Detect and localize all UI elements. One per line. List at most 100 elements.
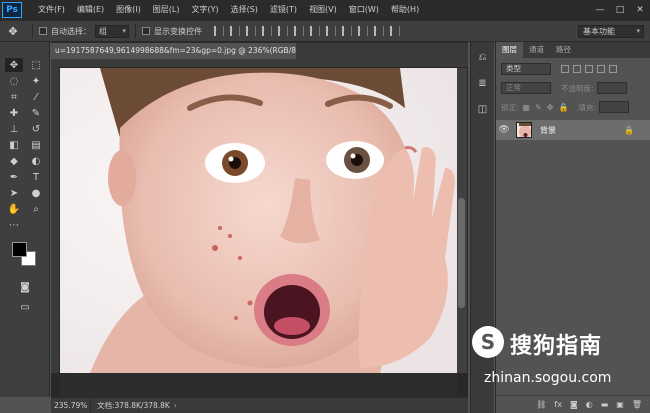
menu-type[interactable]: 文字(Y)	[185, 0, 224, 20]
zoom-level[interactable]: 235.79%	[51, 398, 91, 413]
minimize-button[interactable]: —	[590, 0, 610, 20]
menu-help[interactable]: 帮助(H)	[385, 0, 425, 20]
adjustments-panel-icon[interactable]: ◫	[474, 104, 492, 120]
layer-style-icon[interactable]: fx	[554, 400, 562, 409]
menu-window[interactable]: 窗口(W)	[343, 0, 385, 20]
delete-layer-icon[interactable]: 🗑	[632, 400, 642, 409]
pixel-filter-icon[interactable]	[561, 65, 569, 73]
restore-button[interactable]: □	[610, 0, 630, 20]
brush-tool-icon[interactable]: ✎	[27, 106, 45, 120]
new-layer-icon[interactable]: ▣	[616, 400, 624, 409]
close-button[interactable]: ✕	[630, 0, 650, 20]
filter-row: 类型	[496, 61, 650, 77]
vertical-scroll-thumb[interactable]	[458, 198, 465, 308]
adjustment-layer-icon[interactable]: ◐	[586, 400, 593, 409]
menu-view[interactable]: 视图(V)	[303, 0, 343, 20]
add-mask-icon[interactable]: ◙	[570, 400, 578, 409]
layer-row[interactable]: 👁 背景 🔒	[496, 120, 650, 140]
kind-filter-dropdown[interactable]: 类型	[501, 63, 551, 75]
crop-tool-icon[interactable]: ⌗	[5, 90, 23, 104]
align-top-icon[interactable]	[214, 26, 224, 36]
distribute-bottom-icon[interactable]	[342, 26, 352, 36]
clone-stamp-tool-icon[interactable]: ⊥	[5, 122, 23, 136]
auto-select-dropdown[interactable]: 组	[95, 24, 129, 38]
new-group-icon[interactable]: ▬	[601, 400, 609, 409]
magic-wand-tool-icon[interactable]: ✦	[27, 74, 45, 88]
app-logo: Ps	[2, 2, 22, 18]
lock-transparent-icon[interactable]: ▦	[523, 103, 531, 112]
hand-tool-icon[interactable]: ✋	[5, 202, 23, 216]
healing-brush-tool-icon[interactable]: ✚	[5, 106, 23, 120]
zoom-tool-icon[interactable]: ⌕	[27, 202, 45, 216]
workspace-dropdown[interactable]: 基本功能	[578, 25, 644, 38]
main-menu: 文件(F) 编辑(E) 图像(I) 图层(L) 文字(Y) 选择(S) 滤镜(T…	[32, 0, 425, 20]
type-tool-icon[interactable]: T	[27, 170, 45, 184]
distribute-vcenter-icon[interactable]	[326, 26, 336, 36]
align-right-icon[interactable]	[294, 26, 304, 36]
menu-layer[interactable]: 图层(L)	[147, 0, 186, 20]
eyedropper-tool-icon[interactable]: ⁄	[27, 90, 45, 104]
distribute-left-icon[interactable]	[358, 26, 368, 36]
show-transform-label: 显示变换控件	[154, 26, 202, 36]
quick-mask-icon[interactable]: ◙	[16, 280, 34, 294]
distribute-top-icon[interactable]	[310, 26, 320, 36]
more-tools-icon[interactable]: ⋯	[5, 218, 23, 232]
blur-tool-icon[interactable]: ◆	[5, 154, 23, 168]
menu-edit[interactable]: 编辑(E)	[71, 0, 110, 20]
lock-all-icon[interactable]: 🔒	[559, 103, 569, 112]
auto-select-label: 自动选择：	[51, 26, 91, 36]
document-image[interactable]	[60, 68, 457, 373]
type-filter-icon[interactable]	[585, 65, 593, 73]
tab-layers[interactable]: 图层	[496, 42, 523, 58]
menu-image[interactable]: 图像(I)	[110, 0, 147, 20]
visibility-eye-icon[interactable]: 👁	[496, 125, 512, 135]
tools-panel: ✥ ⬚ ◌ ✦ ⌗ ⁄ ✚ ✎ ⊥ ↺ ◧ ▤ ◆ ◐ ✒ T ➤ ● ✋ ⌕ …	[0, 42, 50, 397]
align-hcenter-icon[interactable]	[278, 26, 288, 36]
show-transform-checkbox[interactable]	[142, 27, 150, 35]
menu-file[interactable]: 文件(F)	[32, 0, 71, 20]
lasso-tool-icon[interactable]: ◌	[5, 74, 23, 88]
pen-tool-icon[interactable]: ✒	[5, 170, 23, 184]
vertical-scrollbar[interactable]	[457, 68, 467, 373]
screen-mode-icon[interactable]: ▭	[16, 300, 34, 314]
smart-object-filter-icon[interactable]	[609, 65, 617, 73]
foreground-color-swatch[interactable]	[12, 242, 27, 257]
properties-panel-icon[interactable]: ≣	[474, 78, 492, 94]
shape-filter-icon[interactable]	[597, 65, 605, 73]
move-tool-icon[interactable]: ✥	[5, 58, 23, 72]
marquee-tool-icon[interactable]: ⬚	[27, 58, 45, 72]
adjustment-filter-icon[interactable]	[573, 65, 581, 73]
gradient-tool-icon[interactable]: ▤	[27, 138, 45, 152]
shape-tool-icon[interactable]: ●	[27, 186, 45, 200]
dodge-tool-icon[interactable]: ◐	[27, 154, 45, 168]
path-selection-tool-icon[interactable]: ➤	[5, 186, 23, 200]
lock-position-icon[interactable]: ✥	[547, 103, 554, 112]
fill-input[interactable]	[599, 101, 629, 113]
status-menu-arrow-icon[interactable]: ›	[174, 398, 177, 413]
color-swatches[interactable]	[12, 242, 40, 270]
opacity-input[interactable]	[596, 82, 627, 94]
panel-dock: ⎌ ≣ ◫	[470, 42, 494, 413]
align-vcenter-icon[interactable]	[230, 26, 240, 36]
eraser-tool-icon[interactable]: ◧	[5, 138, 23, 152]
lock-label: 锁定:	[501, 102, 519, 112]
horizontal-scrollbar[interactable]	[60, 373, 457, 397]
link-layers-icon[interactable]: ⛓	[536, 400, 546, 409]
tool-grid: ✥ ⬚ ◌ ✦ ⌗ ⁄ ✚ ✎ ⊥ ↺ ◧ ▤ ◆ ◐ ✒ T ➤ ● ✋ ⌕ …	[0, 42, 49, 232]
tab-paths[interactable]: 路径	[550, 42, 577, 58]
lock-pixels-icon[interactable]: ✎	[535, 103, 542, 112]
auto-select-checkbox[interactable]	[39, 27, 47, 35]
distribute-hcenter-icon[interactable]	[374, 26, 384, 36]
menu-select[interactable]: 选择(S)	[225, 0, 264, 20]
align-left-icon[interactable]	[262, 26, 272, 36]
document-tab[interactable]: u=1917587649,9614998688&fm=23&gp=0.jpg @…	[51, 42, 296, 59]
opacity-label: 不透明度:	[561, 83, 594, 93]
move-tool-icon[interactable]: ✥	[0, 25, 26, 38]
history-brush-tool-icon[interactable]: ↺	[27, 122, 45, 136]
distribute-right-icon[interactable]	[390, 26, 400, 36]
blend-mode-dropdown[interactable]: 正常	[501, 82, 551, 94]
menu-filter[interactable]: 滤镜(T)	[264, 0, 303, 20]
history-panel-icon[interactable]: ⎌	[474, 52, 492, 68]
tab-channels[interactable]: 通道	[523, 42, 550, 58]
align-bottom-icon[interactable]	[246, 26, 256, 36]
